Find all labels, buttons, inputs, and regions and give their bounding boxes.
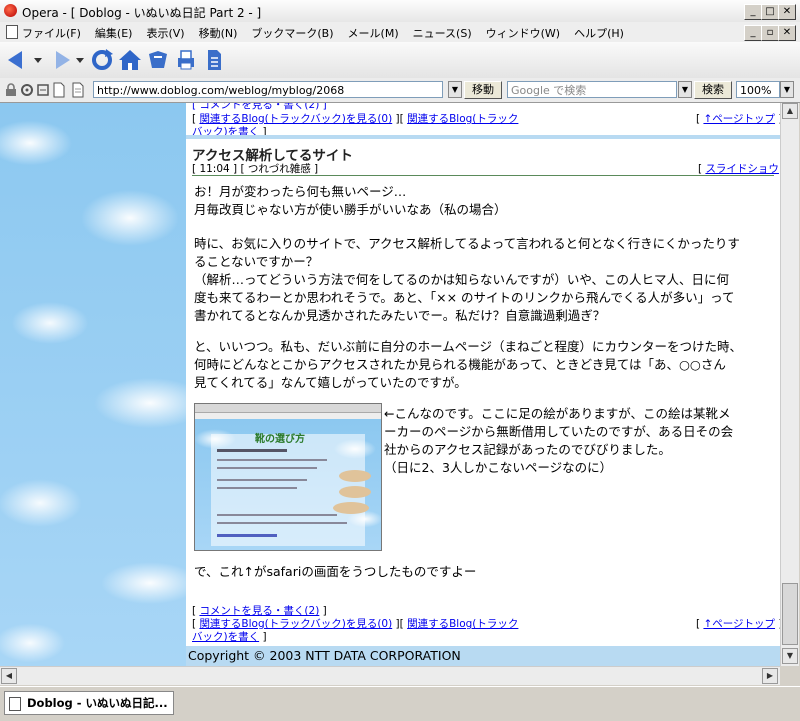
navigation-toolbar — [0, 42, 800, 79]
copyright-bar: Copyright © 2003 NTT DATA CORPORATION — [186, 646, 780, 666]
back-arrow-icon[interactable] — [6, 48, 30, 72]
menu-edit[interactable]: 編集(E) — [95, 25, 133, 41]
security-lock-icon[interactable] — [4, 83, 18, 97]
address-bar: http://www.doblog.com/weblog/myblog/2068… — [0, 78, 800, 103]
post-meta: [ 11:04 ] [ つれづれ雑感 ] — [192, 163, 319, 175]
home-icon[interactable] — [118, 48, 142, 72]
page-tab[interactable]: Doblog - いぬいぬ日記... — [4, 691, 174, 715]
prev-trackback-write-link[interactable]: 関連するBlog(トラック — [407, 113, 518, 125]
forward-arrow-icon[interactable] — [48, 48, 72, 72]
page-tab-label: Doblog - いぬいぬ日記... — [27, 696, 168, 710]
paragraph-4: で、これ↑がsafariの画面をうつしたものですよー — [194, 564, 477, 579]
slideshow-link[interactable]: スライドショウ — [705, 163, 779, 175]
copyright-text: Copyright © 2003 NTT DATA CORPORATION — [188, 648, 461, 663]
foot-illustration-icon — [333, 470, 371, 514]
post-time: 11:04 — [199, 163, 230, 175]
menu-news[interactable]: ニュース(S) — [413, 25, 472, 41]
reload-icon[interactable] — [90, 48, 114, 72]
menu-window[interactable]: ウィンドウ(W) — [486, 25, 560, 41]
menu-bar: ファイル(F) 編集(E) 表示(V) 移動(N) ブックマーク(B) メール(… — [0, 22, 800, 43]
scroll-down-button[interactable]: ▼ — [782, 648, 798, 664]
image-caption: ←こんなのです。ここに足の絵がありますが、この絵は某靴メ ーカーのページから無断… — [384, 406, 734, 475]
thumbnail-title: 靴の選び方 — [255, 434, 305, 445]
menu-mail[interactable]: メール(M) — [348, 25, 399, 41]
post-separator — [186, 135, 780, 139]
slideshow: [ スライドショウ ] — [698, 163, 779, 175]
trackback-write-link[interactable]: 関連するBlog(トラック — [407, 618, 518, 630]
document-info-icon[interactable] — [52, 82, 66, 98]
scroll-right-button[interactable]: ▶ — [762, 668, 778, 684]
menu-file[interactable]: ファイル(F) — [22, 25, 81, 41]
minimize-button[interactable]: _ — [744, 4, 762, 20]
safari-screenshot-thumbnail[interactable]: 靴の選び方 — [194, 403, 382, 551]
tab-page-icon — [9, 697, 21, 711]
zoom-field[interactable]: 100% — [736, 81, 780, 98]
window-titlebar: Opera - [ Doblog - いぬいぬ日記 Part 2 - ] _ □… — [0, 0, 800, 23]
forward-dropdown-icon[interactable] — [76, 56, 84, 64]
prev-page-top: [ ↑ページトップ ] — [696, 113, 780, 125]
menu-bookmarks[interactable]: ブックマーク(B) — [251, 25, 333, 41]
page-viewport: [ コメントを見る・書く(2) ] [ 関連するBlog(トラックバック)を見る… — [0, 103, 780, 666]
scroll-up-button[interactable]: ▲ — [782, 103, 798, 119]
hotlist-icon[interactable] — [146, 48, 170, 72]
search-engine-dropdown[interactable]: ▼ — [678, 81, 692, 98]
search-button[interactable]: 検索 — [694, 81, 732, 99]
url-dropdown-button[interactable]: ▼ — [448, 81, 462, 98]
doc-close-button[interactable]: ✕ — [778, 25, 796, 41]
vertical-scrollbar[interactable]: ▲ ▼ — [780, 103, 799, 666]
scrollbar-corner — [780, 666, 800, 686]
settings-icon[interactable] — [20, 83, 34, 97]
page-bar: Doblog - いぬいぬ日記... — [0, 686, 800, 721]
page-icon[interactable] — [202, 48, 226, 72]
go-button[interactable]: 移動 — [464, 81, 502, 99]
scroll-left-button[interactable]: ◀ — [1, 668, 17, 684]
menu-items: ファイル(F) 編集(E) 表示(V) 移動(N) ブックマーク(B) メール(… — [22, 25, 624, 41]
post-category: つれづれ雑感 — [247, 163, 311, 175]
post-header-rule — [192, 175, 774, 176]
maximize-button[interactable]: □ — [761, 4, 779, 20]
horizontal-scrollbar[interactable]: ◀ ▶ — [0, 666, 780, 685]
doc-restore-button[interactable]: ▫ — [761, 25, 779, 41]
paragraph-3: と、いいつつ。私も、だいぶ前に自分のホームページ（まねごと程度）にカウンターをつ… — [194, 339, 743, 390]
window-title: Opera - [ Doblog - いぬいぬ日記 Part 2 - ] — [22, 6, 262, 20]
paragraph-1: お！月が変わったら何も無いページ… 月毎改頁じゃない方が使い勝手がいいなあ（私の… — [194, 184, 507, 217]
sky-background — [0, 103, 186, 666]
document-icon — [6, 25, 18, 39]
url-input[interactable]: http://www.doblog.com/weblog/myblog/2068 — [93, 81, 443, 98]
opera-logo-icon — [4, 4, 17, 17]
page-favicon-icon — [72, 82, 84, 98]
prev-page-top-link[interactable]: ↑ページトップ — [703, 113, 775, 125]
zoom-dropdown[interactable]: ▼ — [780, 81, 794, 98]
close-button[interactable]: ✕ — [778, 4, 796, 20]
history-icon[interactable] — [36, 83, 50, 97]
paragraph-2: 時に、お気に入りのサイトで、アクセス解析してるよって言われると何となく行きにくか… — [194, 236, 740, 323]
page-top-link[interactable]: ↑ページトップ — [703, 618, 775, 630]
menu-view[interactable]: 表示(V) — [146, 25, 184, 41]
trackback-write-link-cont[interactable]: バック)を書く — [192, 631, 259, 643]
menu-navigation[interactable]: 移動(N) — [199, 25, 238, 41]
trackback-line2: バック)を書く ] — [192, 631, 267, 643]
doc-minimize-button[interactable]: _ — [744, 25, 762, 41]
page-top: [ ↑ページトップ ] — [696, 618, 780, 630]
print-icon[interactable] — [174, 48, 198, 72]
search-input[interactable]: Google で検索 — [507, 81, 677, 98]
menu-help[interactable]: ヘルプ(H) — [574, 25, 624, 41]
vertical-scroll-thumb[interactable] — [782, 583, 798, 645]
blog-column: [ コメントを見る・書く(2) ] [ 関連するBlog(トラックバック)を見る… — [186, 103, 780, 666]
back-dropdown-icon[interactable] — [34, 56, 42, 64]
